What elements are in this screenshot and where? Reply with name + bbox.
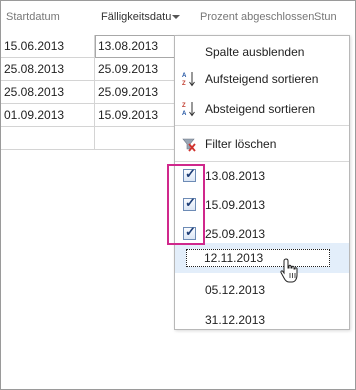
- due-date-cell[interactable]: 25.09.2013: [95, 58, 177, 81]
- filter-value-label: 25.09.2013: [205, 227, 266, 241]
- start-date-cell[interactable]: [1, 127, 95, 150]
- hide-column-menu-item[interactable]: Spalte ausblenden: [175, 40, 349, 64]
- sort-descending-label: Absteigend sortieren: [205, 102, 316, 116]
- start-date-cell[interactable]: 25.08.2013: [1, 58, 95, 81]
- column-header-hours[interactable]: Stun: [314, 11, 337, 23]
- filter-value-label: 31.12.2013: [205, 313, 266, 327]
- svg-text:Z: Z: [182, 103, 186, 109]
- column-header-start-date[interactable]: Startdatum: [6, 11, 60, 23]
- list-view-frame: Startdatum Fälligkeitsdatu Prozent abges…: [0, 0, 356, 390]
- start-date-cell[interactable]: 25.08.2013: [1, 81, 95, 104]
- clear-filter-label: Filter löschen: [205, 137, 277, 151]
- filter-value-item[interactable]: 31.12.2013: [175, 306, 349, 334]
- column-header-row: Startdatum Fälligkeitsdatu Prozent abges…: [1, 1, 356, 35]
- sort-ascending-icon: A Z: [182, 72, 195, 87]
- hand-pointer-icon: [280, 258, 298, 283]
- due-date-cell[interactable]: 25.09.2013: [95, 81, 177, 104]
- sort-ascending-menu-item[interactable]: A Z Aufsteigend sortieren: [175, 67, 349, 91]
- table-row[interactable]: 25.08.2013 25.09.2013: [1, 58, 177, 81]
- due-date-cell[interactable]: 15.09.2013: [95, 104, 177, 127]
- due-date-cell[interactable]: [95, 127, 177, 150]
- table-row[interactable]: 01.09.2013 15.09.2013: [1, 104, 177, 127]
- column-header-due-date[interactable]: Fälligkeitsdatu: [101, 11, 181, 23]
- data-grid: 15.06.2013 13.08.2013 25.08.2013 25.09.2…: [1, 35, 177, 150]
- sort-descending-menu-item[interactable]: Z A Absteigend sortieren: [175, 97, 349, 121]
- table-row[interactable]: 25.08.2013 25.09.2013: [1, 81, 177, 104]
- filter-value-label: 13.08.2013: [205, 169, 266, 183]
- clear-filter-menu-item[interactable]: Filter löschen: [175, 132, 349, 156]
- svg-text:A: A: [182, 111, 187, 117]
- filter-value-label: 15.09.2013: [205, 198, 266, 212]
- sort-descending-icon: Z A: [182, 102, 195, 117]
- due-date-cell[interactable]: 13.08.2013: [95, 35, 177, 58]
- chevron-down-icon[interactable]: [172, 15, 181, 20]
- filter-clear-icon: [182, 138, 196, 152]
- start-date-cell[interactable]: 15.06.2013: [1, 35, 95, 58]
- svg-text:A: A: [182, 73, 187, 79]
- menu-separator: [175, 125, 349, 126]
- svg-text:Z: Z: [182, 81, 186, 87]
- column-header-percent-complete[interactable]: Prozent abgeschlossen: [200, 11, 314, 23]
- table-row[interactable]: 15.06.2013 13.08.2013: [1, 35, 177, 58]
- filter-value-label: 05.12.2013: [205, 283, 266, 297]
- sort-ascending-label: Aufsteigend sortieren: [205, 72, 319, 86]
- filter-value-item-focused[interactable]: 12.11.2013: [186, 249, 330, 267]
- table-row[interactable]: [1, 127, 177, 150]
- filter-value-label: 12.11.2013: [204, 251, 264, 265]
- start-date-cell[interactable]: 01.09.2013: [1, 104, 95, 127]
- filter-value-item[interactable]: 05.12.2013: [175, 276, 349, 304]
- highlight-box: [167, 164, 205, 245]
- column-header-due-date-label: Fälligkeitsdatu: [101, 11, 172, 23]
